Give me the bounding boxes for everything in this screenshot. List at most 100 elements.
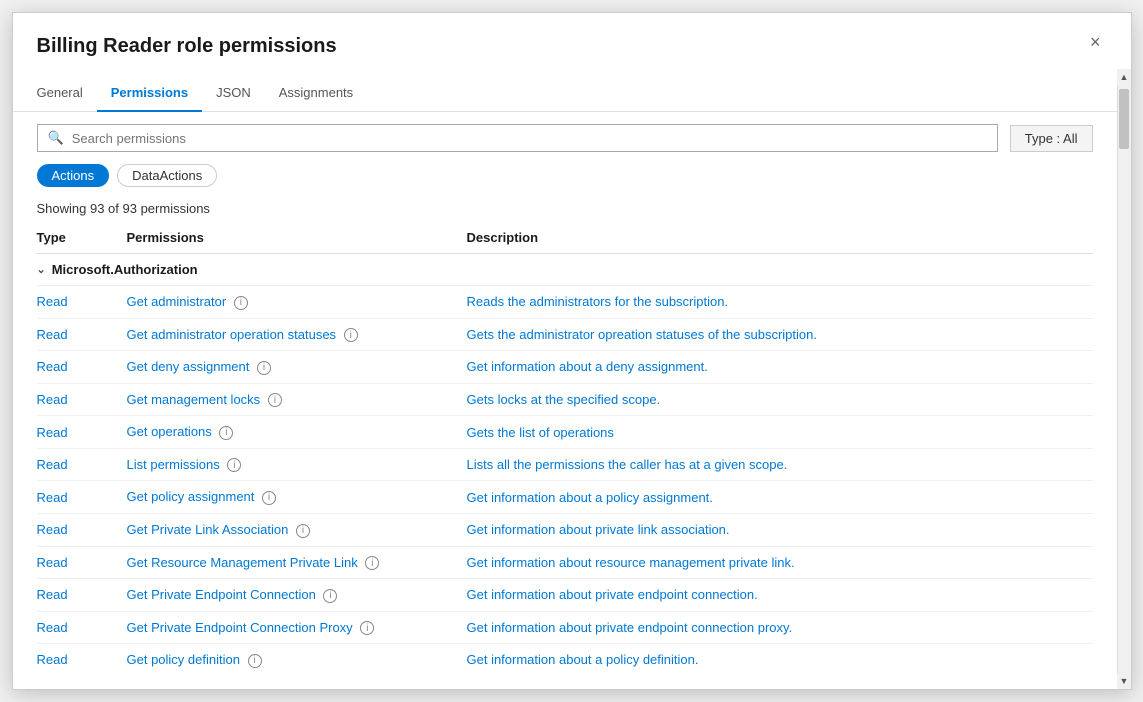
cell-type: Read (37, 546, 127, 579)
permissions-table: Type Permissions Description ⌄ Microsoft… (37, 224, 1093, 676)
type-value: Read (37, 652, 68, 667)
table-row: Read Get management locks i Gets locks a… (37, 383, 1093, 416)
cell-permission: Get policy definition i (127, 644, 467, 676)
type-value: Read (37, 359, 68, 374)
info-icon[interactable]: i (360, 621, 374, 635)
table-row: Read Get policy definition i Get informa… (37, 644, 1093, 676)
info-icon[interactable]: i (262, 491, 276, 505)
cell-type: Read (37, 513, 127, 546)
info-icon[interactable]: i (234, 296, 248, 310)
group-name: Microsoft.Authorization (52, 262, 198, 277)
chevron-icon[interactable]: ⌄ (37, 263, 46, 276)
description-text: Get information about resource managemen… (467, 555, 795, 570)
tab-general[interactable]: General (37, 77, 97, 112)
description-text: Get information about private endpoint c… (467, 620, 793, 635)
permission-link[interactable]: Get Private Link Association (127, 522, 289, 537)
table-row: Read Get Private Link Association i Get … (37, 513, 1093, 546)
description-text: Get information about private endpoint c… (467, 587, 758, 602)
close-button[interactable]: × (1084, 31, 1107, 53)
cell-type: Read (37, 481, 127, 514)
description-text: Gets locks at the specified scope. (467, 392, 661, 407)
table-row: Read Get Private Endpoint Connection Pro… (37, 611, 1093, 644)
info-icon[interactable]: i (248, 654, 262, 668)
modal-content: General Permissions JSON Assignments 🔍 T… (13, 69, 1117, 689)
type-value: Read (37, 327, 68, 342)
permission-link[interactable]: Get policy definition (127, 652, 240, 667)
cell-description: Get information about private endpoint c… (467, 579, 1093, 612)
tab-permissions[interactable]: Permissions (97, 77, 202, 112)
cell-permission: Get Private Endpoint Connection i (127, 579, 467, 612)
search-input[interactable] (72, 131, 987, 146)
cell-permission: Get Resource Management Private Link i (127, 546, 467, 579)
table-header-row: Type Permissions Description (37, 224, 1093, 254)
cell-description: Get information about a policy definitio… (467, 644, 1093, 676)
cell-type: Read (37, 351, 127, 384)
type-value: Read (37, 294, 68, 309)
cell-permission: Get management locks i (127, 383, 467, 416)
cell-type: Read (37, 318, 127, 351)
table-row: Read Get operations i Gets the list of o… (37, 416, 1093, 449)
cell-description: Get information about resource managemen… (467, 546, 1093, 579)
dataactions-filter-button[interactable]: DataActions (117, 164, 217, 187)
info-icon[interactable]: i (219, 426, 233, 440)
info-icon[interactable]: i (344, 328, 358, 342)
type-value: Read (37, 490, 68, 505)
permission-link[interactable]: Get policy assignment (127, 489, 255, 504)
table-row: Read Get Private Endpoint Connection i G… (37, 579, 1093, 612)
modal-dialog: Billing Reader role permissions × Genera… (12, 12, 1132, 690)
cell-permission: Get Private Link Association i (127, 513, 467, 546)
permission-link[interactable]: Get operations (127, 424, 212, 439)
type-value: Read (37, 522, 68, 537)
cell-type: Read (37, 416, 127, 449)
tab-assignments[interactable]: Assignments (265, 77, 367, 112)
cell-type: Read (37, 383, 127, 416)
cell-description: Get information about private endpoint c… (467, 611, 1093, 644)
cell-type: Read (37, 448, 127, 481)
scrollbar-arrow-down[interactable]: ▼ (1117, 673, 1131, 689)
type-value: Read (37, 555, 68, 570)
permission-link[interactable]: Get deny assignment (127, 359, 250, 374)
info-icon[interactable]: i (227, 458, 241, 472)
table-group-row: ⌄ Microsoft.Authorization (37, 254, 1093, 286)
modal-body-wrapper: General Permissions JSON Assignments 🔍 T… (13, 69, 1131, 689)
search-icon: 🔍 (48, 130, 64, 146)
modal-header: Billing Reader role permissions × (13, 13, 1131, 69)
count-text: Showing 93 of 93 permissions (13, 197, 1117, 224)
permission-link[interactable]: Get Private Endpoint Connection Proxy (127, 620, 353, 635)
permission-link[interactable]: Get administrator operation statuses (127, 327, 337, 342)
cell-description: Get information about a policy assignmen… (467, 481, 1093, 514)
info-icon[interactable]: i (323, 589, 337, 603)
description-text: Reads the administrators for the subscri… (467, 294, 729, 309)
tab-json[interactable]: JSON (202, 77, 265, 112)
info-icon[interactable]: i (365, 556, 379, 570)
description-text: Get information about private link assoc… (467, 522, 730, 537)
description-text: Get information about a policy definitio… (467, 652, 699, 667)
type-value: Read (37, 620, 68, 635)
cell-permission: Get Private Endpoint Connection Proxy i (127, 611, 467, 644)
permission-link[interactable]: Get management locks (127, 392, 261, 407)
permission-link[interactable]: List permissions (127, 457, 220, 472)
cell-description: Gets the administrator opreation statuse… (467, 318, 1093, 351)
modal-title: Billing Reader role permissions (37, 33, 337, 59)
permission-link[interactable]: Get Private Endpoint Connection (127, 587, 316, 602)
info-icon[interactable]: i (268, 393, 282, 407)
type-filter-button[interactable]: Type : All (1010, 125, 1093, 152)
actions-filter-button[interactable]: Actions (37, 164, 110, 187)
scrollbar-thumb[interactable] (1119, 89, 1129, 149)
permission-link[interactable]: Get Resource Management Private Link (127, 555, 358, 570)
info-icon[interactable]: i (257, 361, 271, 375)
scrollbar-arrow-up[interactable]: ▲ (1117, 69, 1131, 85)
description-text: Get information about a policy assignmen… (467, 490, 713, 505)
permission-link[interactable]: Get administrator (127, 294, 227, 309)
type-value: Read (37, 587, 68, 602)
table-row: Read Get Resource Management Private Lin… (37, 546, 1093, 579)
table-row: Read Get deny assignment i Get informati… (37, 351, 1093, 384)
cell-type: Read (37, 286, 127, 319)
cell-permission: Get administrator operation statuses i (127, 318, 467, 351)
description-text: Get information about a deny assignment. (467, 359, 708, 374)
cell-description: Lists all the permissions the caller has… (467, 448, 1093, 481)
cell-permission: Get deny assignment i (127, 351, 467, 384)
info-icon[interactable]: i (296, 524, 310, 538)
filter-row: Actions DataActions (13, 164, 1117, 197)
cell-permission: Get policy assignment i (127, 481, 467, 514)
